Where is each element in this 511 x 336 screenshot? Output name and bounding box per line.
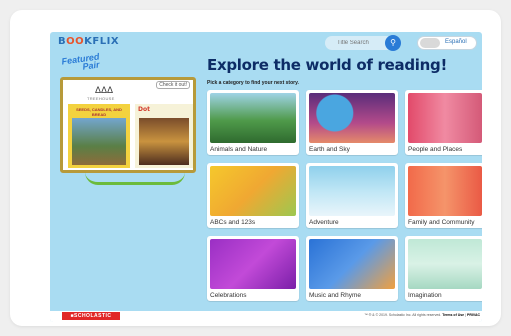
- category-tile-celebrations[interactable]: Celebrations: [207, 236, 299, 301]
- category-tile-adventure[interactable]: Adventure: [306, 163, 398, 228]
- category-tile-earth-and-sky[interactable]: Earth and Sky: [306, 90, 398, 155]
- treehouse-logo: ΔΔΔ: [95, 85, 114, 95]
- music-rhyme-art: [309, 239, 395, 289]
- footer: ■SCHOLASTIC ™ ® & © 2019. Scholastic Inc…: [50, 311, 482, 322]
- book-1-illustration: [72, 118, 126, 165]
- title-search-input[interactable]: [325, 36, 393, 50]
- toggle-knob: [420, 38, 440, 48]
- adventure-art: [309, 166, 395, 216]
- category-tile-abcs-and-123s[interactable]: ABCs and 123s: [207, 163, 299, 228]
- category-label: Family and Community: [408, 219, 475, 226]
- celebrations-art: [210, 239, 296, 289]
- category-label: Music and Rhyme: [309, 292, 362, 299]
- category-tile-animals-and-nature[interactable]: Animals and Nature: [207, 90, 299, 155]
- magnifier-icon: ⚲: [390, 38, 396, 47]
- category-tile-family-and-community[interactable]: Family and Community: [405, 163, 482, 228]
- privacy-link[interactable]: PRIVAC: [467, 313, 480, 317]
- family-community-art: [408, 166, 482, 216]
- language-toggle[interactable]: Español: [417, 36, 477, 50]
- category-label: Adventure: [309, 219, 339, 226]
- category-label: People and Places: [408, 146, 463, 153]
- featured-book-cover-2[interactable]: Dot: [135, 104, 193, 168]
- bookflix-logo[interactable]: BOOKFLIX: [58, 36, 119, 47]
- earth-sky-art: [309, 93, 395, 143]
- category-label: Celebrations: [210, 292, 247, 299]
- footer-separator: |: [465, 313, 467, 317]
- animals-nature-art: [210, 93, 296, 143]
- check-it-out-button[interactable]: Check it out!: [156, 81, 190, 89]
- featured-pair-card[interactable]: Check it out! ΔΔΔ TREEHOUSE SEEDS, CANDL…: [60, 77, 196, 173]
- book-2-title: Dot: [138, 106, 150, 113]
- app-screen: BOOKFLIX ⚲ Español Featured Pair Check i…: [50, 32, 482, 322]
- scholastic-logo[interactable]: ■SCHOLASTIC: [62, 312, 120, 320]
- terms-of-use-link[interactable]: Terms of Use: [442, 313, 464, 317]
- search-button[interactable]: ⚲: [385, 35, 401, 51]
- featured-pair-title: Featured Pair: [60, 51, 101, 72]
- category-label: ABCs and 123s: [210, 219, 256, 226]
- page-title: Explore the world of reading!: [207, 56, 447, 74]
- footer-copyright: ™ ® & © 2019. Scholastic Inc. All rights…: [364, 313, 480, 317]
- book-1-title: SEEDS, CANDLES, AND BREAD: [76, 107, 122, 117]
- featured-book-cover-1[interactable]: SEEDS, CANDLES, AND BREAD: [68, 104, 130, 168]
- imagination-art: [408, 239, 482, 289]
- category-tile-music-and-rhyme[interactable]: Music and Rhyme: [306, 236, 398, 301]
- page-subtitle: Pick a category to find your next story.: [207, 80, 299, 86]
- decorative-swoosh: [85, 172, 185, 185]
- category-label: Imagination: [408, 292, 442, 299]
- category-label: Animals and Nature: [210, 146, 268, 153]
- treehouse-brand-name: TREEHOUSE: [87, 96, 115, 101]
- category-label: Earth and Sky: [309, 146, 350, 153]
- people-places-art: [408, 93, 482, 143]
- book-2-illustration: [139, 118, 189, 165]
- abcs-123s-art: [210, 166, 296, 216]
- category-tile-imagination[interactable]: Imagination: [405, 236, 482, 301]
- category-tile-people-and-places[interactable]: People and Places: [405, 90, 482, 155]
- language-toggle-label: Español: [445, 39, 467, 45]
- top-bar: BOOKFLIX ⚲ Español: [50, 32, 482, 54]
